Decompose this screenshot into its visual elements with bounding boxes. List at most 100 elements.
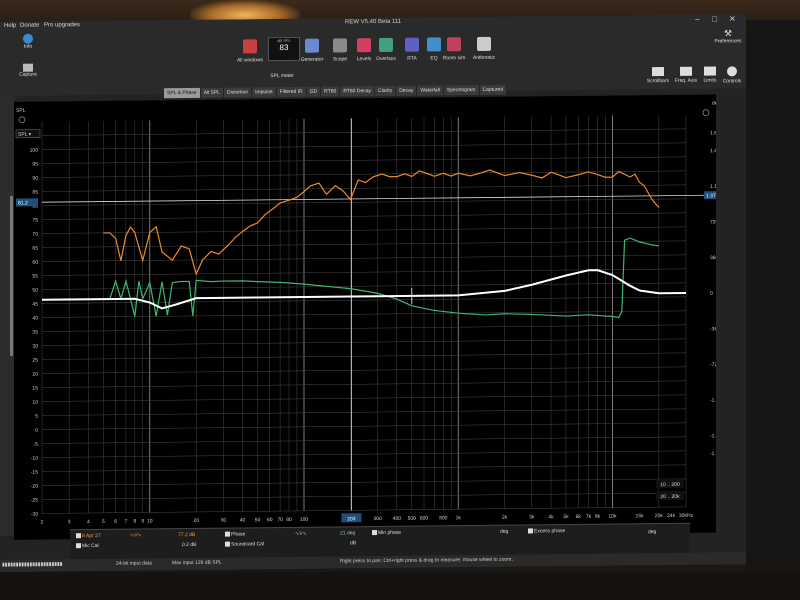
grid-line-horizontal	[42, 184, 686, 192]
deg-unit-2: deg	[648, 529, 657, 536]
excess-phase-checkbox[interactable]: Excess phase	[528, 528, 565, 534]
y-tick-label: 30	[32, 344, 38, 350]
y-tick-label: -5	[34, 442, 39, 448]
grid-line-horizontal	[42, 128, 686, 136]
grid-line-horizontal	[42, 156, 686, 164]
min-phase-checkbox[interactable]: Min phase	[372, 530, 401, 536]
horizontal-cursor-line[interactable]	[42, 194, 704, 203]
checkbox-icon[interactable]	[76, 533, 81, 539]
tab-impulse[interactable]: Impulse	[252, 87, 277, 98]
grid-line-horizontal	[42, 450, 686, 458]
tab-gd[interactable]: GD	[306, 86, 322, 97]
grid-line-horizontal	[42, 380, 686, 388]
info-button[interactable]: Info	[16, 33, 40, 50]
toolbar-button-all-windows[interactable]: All windows	[236, 39, 264, 79]
x-tick-label: 70	[277, 517, 283, 523]
checkbox-icon[interactable]	[76, 543, 81, 549]
checkbox-icon[interactable]	[372, 530, 377, 536]
maximize-icon[interactable]: □	[712, 14, 717, 23]
toolbar: Info Capture All windows SPL meter Generat…	[0, 26, 746, 99]
x-tick-label: 300	[373, 516, 382, 522]
x-tick-label: 5k	[563, 514, 569, 520]
grid-line-horizontal	[42, 142, 686, 150]
phase-trace-icon: ∿V∿	[295, 530, 307, 537]
x-tick-label: 6k	[576, 514, 582, 520]
y-tick-label: 65	[32, 246, 38, 252]
cursor-readout-left: 81.2	[18, 200, 28, 206]
phase-checkbox[interactable]: Phase	[225, 531, 245, 538]
excess-phase-label: Excess phase	[534, 528, 566, 535]
tab-distortion[interactable]: Distortion	[223, 87, 253, 98]
tab-rt60-decay[interactable]: RT60 Decay	[340, 86, 376, 97]
toolbar-button-label: All windows	[236, 57, 264, 64]
tab-captured[interactable]: Captured	[479, 84, 508, 95]
toolbar-button-room-sim[interactable]: Room sim	[440, 37, 468, 77]
limits-button[interactable]: Limits	[698, 66, 722, 84]
tab-decay[interactable]: Decay	[396, 85, 418, 96]
x-tick-label: 50	[255, 517, 261, 523]
legend-measurement-name[interactable]: 8 Apr 27	[76, 533, 101, 539]
y-tick-label: 50	[32, 288, 38, 294]
checkbox-icon[interactable]	[528, 528, 533, 534]
freq-axis-icon	[680, 66, 692, 76]
toolbar-button-generator[interactable]: Generator	[298, 38, 326, 79]
preferences-label: Preferences	[714, 38, 742, 45]
capture-icon	[23, 63, 33, 72]
zoom-out-icon[interactable]	[702, 109, 710, 116]
y-right-tick-label: 1.6k	[710, 130, 716, 136]
graph-area[interactable]: 1051009590858075706560555045403530252015…	[14, 94, 716, 540]
preferences-button[interactable]: ⚒ Preferences	[712, 28, 744, 44]
tab-rt60[interactable]: RT60	[321, 86, 341, 97]
tab-filtered-ir[interactable]: Filtered IR	[276, 86, 307, 98]
x-tick-label: 7k	[586, 514, 592, 520]
soundcard-cal-checkbox[interactable]: Soundcard Cal	[225, 541, 264, 548]
panel-scrollbar[interactable]	[10, 195, 13, 356]
legend-name-text: 8 Apr 27	[82, 532, 101, 540]
controls-button[interactable]: Controls	[720, 66, 744, 84]
x-tick-label: 8k	[595, 514, 601, 520]
tab-waterfall[interactable]: Waterfall	[417, 85, 444, 96]
menu-pro-upgrades[interactable]: Pro upgrades	[44, 22, 80, 28]
grid-line-horizontal	[42, 338, 686, 346]
grid-line-horizontal	[42, 408, 686, 416]
y-tick-label: 40	[32, 316, 38, 322]
capture-button[interactable]: Capture	[16, 63, 40, 78]
x-tick-label: 60	[267, 517, 273, 523]
x-tick-label: 8	[133, 519, 136, 525]
x-tick-label: 30	[221, 518, 227, 524]
measurement-panel	[0, 95, 14, 536]
toolbar-button-overlays[interactable]: Overlays	[372, 37, 400, 78]
minimize-icon[interactable]: –	[695, 15, 699, 24]
scope-icon	[333, 38, 347, 53]
close-icon[interactable]: ✕	[729, 14, 736, 23]
freq-axis-button[interactable]: Freq. Axis	[674, 66, 698, 84]
menu-donate[interactable]: Donate	[20, 23, 39, 29]
toolbar-button-arithmetic[interactable]: Arithmetic	[470, 36, 498, 77]
max-input: Max input 126 dB SPL	[172, 559, 222, 567]
y-right-tick-label: 1.1k	[710, 184, 716, 190]
checkbox-icon[interactable]	[225, 531, 230, 537]
y-tick-label: 20	[32, 372, 38, 378]
range-box-text[interactable]: 20 .. 20k	[660, 494, 680, 500]
tab-spectrogram[interactable]: Spectrogram	[443, 84, 480, 96]
x-tick-label: 15k	[636, 513, 645, 519]
mic-cal-checkbox[interactable]: Mic Cal	[76, 543, 99, 549]
capture-label: Capture	[19, 71, 37, 78]
spl-meter-display[interactable]: dB SPL 83	[268, 36, 300, 62]
wrench-icon: ⚒	[723, 28, 733, 39]
x-tick-label: 10	[147, 518, 153, 524]
tab-clarity[interactable]: Clarity	[375, 85, 397, 97]
tab-all-spl[interactable]: All SPL	[200, 87, 224, 98]
scrollbars-button[interactable]: Scrollbars	[646, 67, 670, 84]
rta-icon	[405, 37, 419, 52]
tab-spl-phase[interactable]: SPL & Phase	[164, 87, 201, 99]
zoom-in-icon[interactable]	[18, 116, 26, 124]
checkbox-icon[interactable]	[225, 541, 230, 547]
grid-line-horizontal	[42, 478, 686, 486]
x-tick-label: 4k	[548, 514, 554, 520]
range-box-text[interactable]: 10 .. 200	[660, 482, 680, 488]
menu-help[interactable]: Help	[4, 23, 16, 29]
y-tick-label: -10	[31, 456, 38, 462]
window-title: REW V5.40 Beta 111	[345, 18, 402, 26]
x-tick-label: 100	[300, 517, 309, 523]
